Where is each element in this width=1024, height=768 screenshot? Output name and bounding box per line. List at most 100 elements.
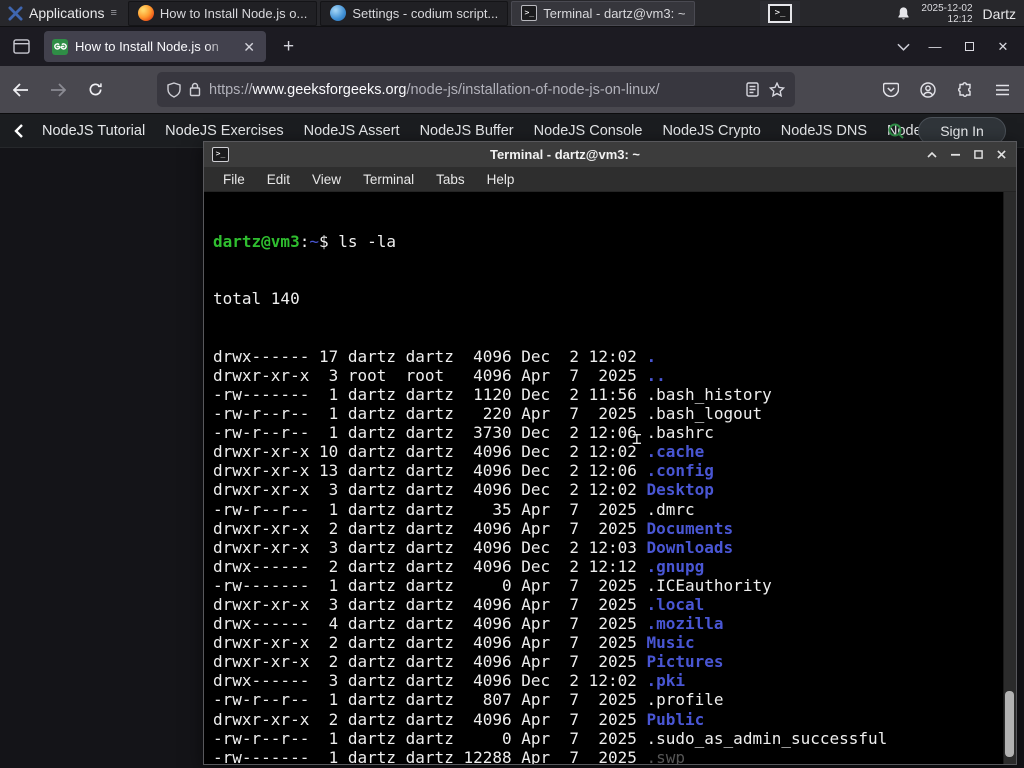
taskbar-window-terminal[interactable]: >_ Terminal - dartz@vm3: ~ (511, 0, 696, 26)
terminal-scrollbar[interactable] (1003, 192, 1016, 764)
nav-link-nodejs-buffer[interactable]: NodeJS Buffer (410, 123, 524, 139)
terminal-output-line: -rw-r--r-- 1 dartz dartz 35 Apr 7 2025 .… (213, 499, 695, 519)
terminal-launcher-icon: >_ (768, 4, 792, 23)
lock-icon[interactable] (189, 82, 201, 97)
list-all-tabs-button[interactable] (888, 33, 918, 61)
extensions-puzzle-icon[interactable] (949, 74, 981, 106)
reload-button[interactable] (79, 74, 111, 106)
terminal-ls-output: drwx------ 17 dartz dartz 4096 Dec 2 12:… (213, 347, 1000, 764)
applications-label: Applications (29, 5, 105, 21)
prompt-path: ~ (309, 232, 319, 252)
browser-toolbar: https://www.geeksforgeeks.org/node-js/in… (0, 66, 1024, 114)
url-path: /node-js/installation-of-node-js-on-linu… (406, 81, 660, 98)
browser-minimize-button[interactable]: — (918, 33, 952, 61)
url-protocol: https:// (209, 81, 253, 98)
terminal-output-line: drwxr-xr-x 13 dartz dartz 4096 Dec 2 12:… (213, 461, 714, 481)
user-menu[interactable]: Dartz (983, 6, 1016, 22)
nav-link-nodejs-exercises[interactable]: NodeJS Exercises (155, 123, 293, 139)
applications-icon (8, 5, 23, 21)
listing-directory-name: .config (646, 461, 714, 481)
system-taskbar: Applications ≡ How to Install Node.js o.… (0, 0, 1024, 27)
forward-button[interactable] (42, 74, 74, 106)
taskbar-window-codium[interactable]: Settings - codium script... (320, 0, 509, 26)
bookmark-star-icon[interactable] (769, 82, 785, 97)
browser-close-button[interactable]: ✕ (986, 33, 1020, 61)
search-icon[interactable] (884, 119, 908, 143)
pocket-icon[interactable] (875, 74, 907, 106)
nav-link-nodejs-tutorial[interactable]: NodeJS Tutorial (32, 123, 155, 139)
terminal-total-line: total 140 (213, 289, 300, 309)
nav-scroll-left-icon[interactable] (0, 123, 32, 138)
terminal-menu-tabs[interactable]: Tabs (425, 172, 476, 187)
terminal-menu-help[interactable]: Help (476, 172, 526, 187)
listing-file-name: .bash_history (646, 384, 772, 404)
menu-hamburger-icon[interactable] (986, 74, 1018, 106)
url-domain: www.geeksforgeeks.org (252, 81, 407, 98)
listing-directory-name: Desktop (646, 480, 714, 500)
browser-maximize-button[interactable] (952, 33, 986, 61)
terminal-shade-button[interactable] (925, 148, 939, 162)
listing-file-name: .profile (646, 690, 724, 710)
codium-icon (330, 5, 347, 21)
terminal-output-line: drwxr-xr-x 2 dartz dartz 4096 Apr 7 2025… (213, 709, 705, 729)
taskbar-window-list: How to Install Node.js o... Settings - co… (127, 0, 696, 27)
terminal-output-line: drwxr-xr-x 3 dartz dartz 4096 Dec 2 12:0… (213, 537, 734, 557)
taskbar-window-label: Terminal - dartz@vm3: ~ (543, 5, 686, 21)
desktop-screen: Applications ≡ How to Install Node.js o.… (0, 0, 1024, 768)
terminal-output-line: drwxr-xr-x 3 root root 4096 Apr 7 2025 .… (213, 365, 666, 385)
new-tab-button[interactable]: + (276, 36, 301, 58)
terminal-title-bar[interactable]: >_ Terminal - dartz@vm3: ~ (204, 142, 1016, 167)
account-icon[interactable] (912, 74, 944, 106)
nav-links: NodeJS Tutorial NodeJS Exercises NodeJS As… (32, 123, 932, 139)
tracking-shield-icon[interactable] (167, 81, 181, 98)
taskbar-window-firefox[interactable]: How to Install Node.js o... (127, 0, 318, 26)
applications-caret-icon: ≡ (110, 7, 118, 19)
terminal-maximize-button[interactable] (971, 148, 985, 162)
browser-tab-bar: How to Install Node.js on ✕ + — ✕ (0, 27, 1024, 66)
applications-menu-button[interactable]: Applications ≡ (0, 0, 124, 27)
terminal-output-line: -rw-r--r-- 1 dartz dartz 3730 Dec 2 12:0… (213, 423, 714, 443)
nav-link-nodejs-dns[interactable]: NodeJS DNS (771, 123, 877, 139)
firefox-icon (137, 5, 154, 21)
back-button[interactable] (5, 74, 37, 106)
reader-mode-icon[interactable] (746, 82, 759, 97)
nav-link-nodejs-console[interactable]: NodeJS Console (524, 123, 653, 139)
terminal-menu-edit[interactable]: Edit (256, 172, 301, 187)
terminal-menu-bar: File Edit View Terminal Tabs Help (204, 167, 1016, 192)
terminal-window-title: Terminal - dartz@vm3: ~ (489, 147, 641, 162)
terminal-output-line: -rw-r--r-- 1 dartz dartz 807 Apr 7 2025 … (213, 690, 724, 710)
listing-directory-name: .mozilla (646, 614, 724, 634)
nav-link-nodejs-assert[interactable]: NodeJS Assert (294, 123, 410, 139)
terminal-launcher-button[interactable]: >_ (760, 1, 800, 26)
listing-file-name: .swp (646, 747, 686, 764)
terminal-close-button[interactable] (994, 148, 1008, 162)
terminal-output-line: drwxr-xr-x 2 dartz dartz 4096 Apr 7 2025… (213, 652, 724, 672)
browser-tab-active[interactable]: How to Install Node.js on ✕ (44, 31, 266, 62)
url-bar[interactable]: https://www.geeksforgeeks.org/node-js/in… (157, 72, 795, 107)
nav-link-nodejs-crypto[interactable]: NodeJS Crypto (652, 123, 770, 139)
listing-file-name: .bash_logout (646, 404, 763, 424)
terminal-scrollbar-thumb[interactable] (1005, 691, 1014, 757)
tab-close-icon[interactable]: ✕ (240, 38, 258, 56)
listing-directory-name: .local (646, 594, 705, 614)
listing-directory-name: .. (646, 365, 666, 385)
listing-directory-name: Music (646, 633, 695, 653)
notifications-bell-icon[interactable] (896, 6, 911, 21)
terminal-output-line: drwx------ 3 dartz dartz 4096 Dec 2 12:0… (213, 671, 686, 691)
terminal-output-line: drwxr-xr-x 2 dartz dartz 4096 Apr 7 2025… (213, 518, 734, 538)
taskbar-window-label: Settings - codium script... (352, 5, 499, 21)
terminal-window: >_ Terminal - dartz@vm3: ~ File Edit View T… (203, 141, 1017, 765)
prompt-command: $ ls -la (318, 232, 397, 252)
terminal-output-line: drwx------ 4 dartz dartz 4096 Apr 7 2025… (213, 614, 724, 634)
listing-directory-name: Public (646, 709, 705, 729)
listing-directory-name: Downloads (646, 537, 734, 557)
terminal-menu-terminal[interactable]: Terminal (352, 172, 425, 187)
listing-directory-name: .pki (646, 671, 686, 691)
terminal-menu-file[interactable]: File (212, 172, 256, 187)
terminal-menu-view[interactable]: View (301, 172, 352, 187)
terminal-content[interactable]: dartz@vm3:~$ ls -la total 140 drwx------… (204, 192, 1016, 764)
firefox-view-button[interactable] (6, 33, 36, 61)
clock[interactable]: 2025-12-02 12:12 (921, 3, 972, 25)
terminal-output-line: drwx------ 2 dartz dartz 4096 Dec 2 12:1… (213, 556, 705, 576)
terminal-minimize-button[interactable] (948, 148, 962, 162)
